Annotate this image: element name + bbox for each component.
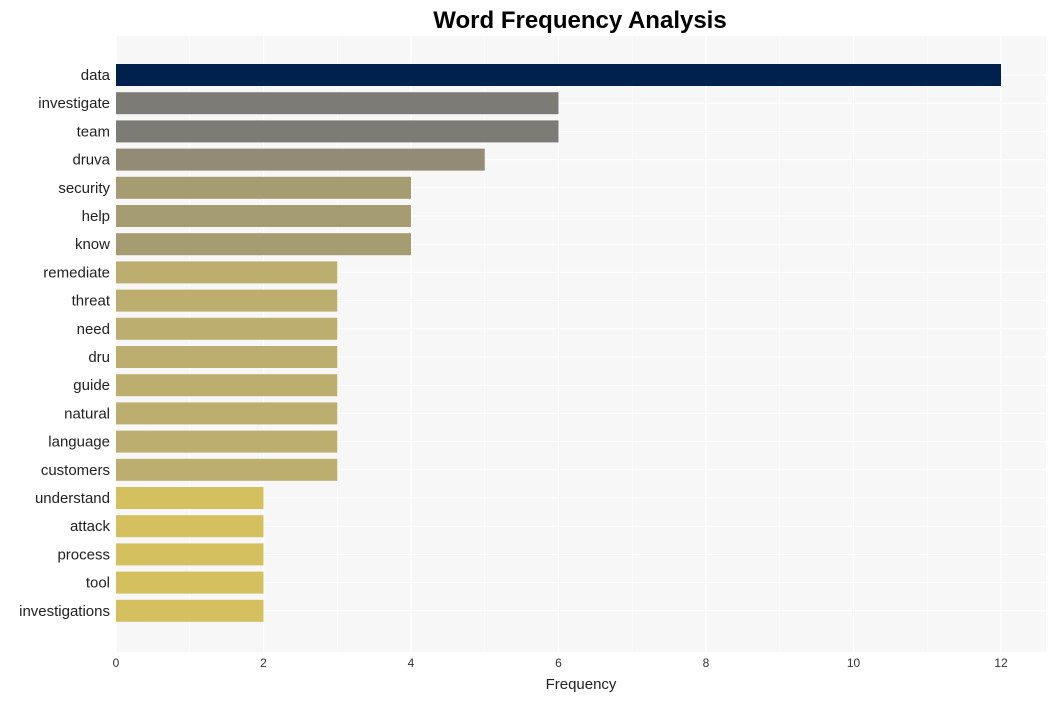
y-label-know: know <box>75 236 110 253</box>
y-label-druva: druva <box>72 152 110 169</box>
bar-attack <box>116 515 264 538</box>
bar-understand <box>116 487 264 509</box>
bar-language <box>116 430 338 453</box>
y-axis-labels: data investigate team druva security help know… <box>19 67 111 620</box>
bar-remediate <box>116 261 338 284</box>
y-label-investigate: investigate <box>38 95 110 112</box>
y-label-customers: customers <box>41 462 110 479</box>
y-label-threat: threat <box>72 293 111 310</box>
bar-process <box>116 543 264 566</box>
y-label-language: language <box>48 434 110 451</box>
y-label-remediate: remediate <box>43 264 110 281</box>
bar-security <box>116 176 411 199</box>
bar-dru <box>116 346 338 368</box>
y-label-help: help <box>82 208 110 225</box>
y-label-security: security <box>58 180 110 197</box>
bar-investigate <box>116 92 559 115</box>
y-label-data: data <box>81 67 111 84</box>
bar-threat <box>116 289 338 312</box>
y-label-attack: attack <box>70 518 111 535</box>
y-label-guide: guide <box>73 377 110 394</box>
y-label-understand: understand <box>35 490 110 507</box>
x-tick-label: 2 <box>260 656 267 670</box>
bar-investigations <box>116 599 264 622</box>
x-tick-label: 0 <box>113 656 120 670</box>
y-label-tool: tool <box>86 575 110 592</box>
x-tick-label: 6 <box>555 656 562 670</box>
word-frequency-chart: Word Frequency Analysis data investigate t… <box>19 7 1046 693</box>
x-tick-label: 12 <box>994 656 1008 670</box>
bar-need <box>116 317 338 340</box>
bar-tool <box>116 571 264 594</box>
y-label-need: need <box>77 321 110 338</box>
x-axis-ticks: 0 2 4 6 8 10 12 <box>113 656 1008 670</box>
x-tick-label: 8 <box>703 656 710 670</box>
bar-help <box>116 205 411 227</box>
chart-title: Word Frequency Analysis <box>433 7 726 34</box>
bar-data <box>116 64 1001 86</box>
x-tick-label: 4 <box>408 656 415 670</box>
y-label-natural: natural <box>64 405 110 422</box>
y-label-team: team <box>77 123 110 140</box>
x-tick-label: 10 <box>847 656 861 670</box>
bar-natural <box>116 402 338 425</box>
bar-know <box>116 233 411 256</box>
bar-druva <box>116 148 485 171</box>
bar-team <box>116 120 559 143</box>
y-label-process: process <box>57 546 110 563</box>
x-axis-label: Frequency <box>546 676 617 693</box>
bar-guide <box>116 374 338 397</box>
bar-customers <box>116 458 338 481</box>
y-label-dru: dru <box>88 349 110 366</box>
y-label-investigations: investigations <box>19 603 110 620</box>
